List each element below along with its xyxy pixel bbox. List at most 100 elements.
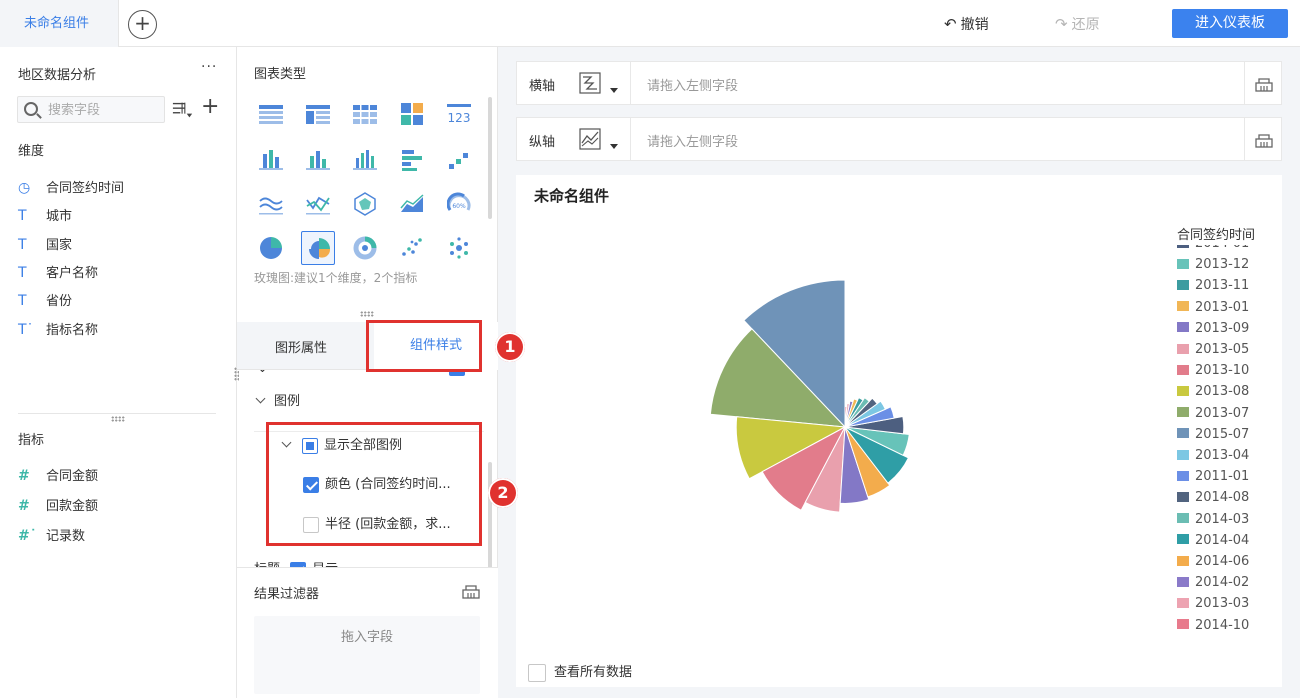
legend-label: 2013-07 — [1195, 405, 1250, 421]
view-all-data-checkbox[interactable] — [528, 663, 546, 682]
tab-graph-properties[interactable]: 图形属性 — [275, 337, 327, 356]
legend-item[interactable]: 2013-10 — [1177, 363, 1249, 383]
legend-item[interactable]: 2013-07 — [1177, 406, 1249, 426]
measure-field-item[interactable]: #˙ 记录数 — [18, 525, 85, 545]
chart-type-table-icon[interactable] — [254, 97, 288, 131]
legend-label: 2011-01 — [1195, 469, 1250, 485]
y-axis-type-icon[interactable] — [579, 127, 623, 153]
y-axis-settings-icon[interactable] — [1254, 130, 1274, 150]
legend-swatch — [1177, 449, 1189, 460]
add-field-icon[interactable]: + — [201, 94, 219, 119]
y-axis-drop-zone[interactable]: 请拖入左侧字段 — [647, 131, 738, 150]
chart-type-radar-icon[interactable] — [348, 187, 382, 221]
field-search-input[interactable] — [48, 101, 160, 119]
dimensions-heading: 维度 — [18, 144, 45, 159]
chart-type-multi-line-icon[interactable] — [301, 187, 335, 221]
chart-type-pie-icon[interactable] — [254, 231, 288, 265]
legend-item[interactable]: 2014-01 — [1177, 245, 1249, 256]
chart-type-grouped-bar-icon[interactable] — [254, 143, 288, 177]
top-bar: 未命名组件 + ↶ 撤销 ↷ 还原 进入仪表板 — [0, 0, 1300, 47]
dimension-field-label: 客户名称 — [46, 265, 99, 281]
enter-dashboard-button[interactable]: 进入仪表板 — [1172, 9, 1288, 38]
resize-grip-icon[interactable] — [111, 416, 125, 422]
dimension-field-item[interactable]: T 省份 — [18, 290, 72, 310]
chart-type-bubble-icon[interactable] — [442, 231, 476, 265]
legend-item[interactable]: 2014-02 — [1177, 575, 1249, 595]
legend-swatch — [1177, 322, 1189, 333]
measure-field-item[interactable]: # 合同金额 — [18, 465, 98, 485]
legend-swatch — [1177, 258, 1189, 269]
chart-type-scrollbar[interactable] — [488, 97, 492, 219]
chart-type-line-icon[interactable] — [254, 187, 288, 221]
title-row: 标题 显示 — [254, 558, 338, 567]
chart-type-horizontal-bar-icon[interactable] — [395, 143, 429, 177]
view-all-data-row[interactable]: 查看所有数据 — [528, 661, 632, 682]
axis-separator — [1244, 118, 1245, 160]
text-type-icon: T — [18, 236, 27, 253]
x-axis-type-icon[interactable] — [579, 71, 623, 97]
chart-type-heatmap-icon[interactable] — [395, 97, 429, 131]
legend-item[interactable]: 2014-04 — [1177, 533, 1249, 553]
legend-item[interactable]: 2014-03 — [1177, 512, 1249, 532]
chart-type-waterfall-icon[interactable] — [442, 143, 476, 177]
legend-label: 2013-08 — [1195, 384, 1250, 400]
legend-label: 2013-05 — [1195, 342, 1250, 357]
legend-item[interactable]: 2013-05 — [1177, 342, 1249, 362]
chart-type-area-icon[interactable] — [395, 187, 429, 221]
more-options-icon[interactable]: ··· — [201, 59, 217, 75]
style-scrollbar[interactable] — [488, 462, 492, 567]
legend-item[interactable]: 2013-03 — [1177, 596, 1249, 616]
dimension-field-item[interactable]: T 客户名称 — [18, 262, 98, 282]
chart-type-crosstab-icon[interactable] — [301, 97, 335, 131]
resize-grip-icon[interactable] — [360, 311, 374, 317]
chart-type-gauge-icon[interactable]: 60% — [442, 187, 476, 221]
dataset-name: 地区数据分析 — [18, 68, 97, 83]
legend-item[interactable]: 2011-01 — [1177, 469, 1249, 489]
dimension-field-item[interactable]: T 国家 — [18, 234, 72, 254]
undo-icon: ↶ — [944, 15, 957, 33]
x-axis-drop-zone[interactable]: 请拖入左侧字段 — [647, 75, 738, 94]
legend-item[interactable]: 2013-01 — [1177, 300, 1249, 320]
dimension-field-item[interactable]: T˙ 指标名称 — [18, 319, 98, 339]
legend-label: 2013-11 — [1195, 278, 1250, 294]
dimension-field-item[interactable]: ◷ 合同签约时间 — [18, 177, 124, 197]
redo-button[interactable]: ↷ 还原 — [1055, 14, 1100, 34]
dimension-field-label: 国家 — [46, 237, 73, 253]
legend-item[interactable]: 2014-06 — [1177, 554, 1249, 574]
annotation-badge-2: 2 — [488, 478, 518, 508]
chart-type-bar-icon[interactable] — [301, 143, 335, 177]
legend-item[interactable]: 2013-11 — [1177, 278, 1249, 298]
legend-item[interactable]: 2015-07 — [1177, 427, 1249, 447]
legend-item[interactable]: 2013-12 — [1177, 257, 1249, 277]
chart-type-stacked-bar-icon[interactable] — [348, 143, 382, 177]
dimension-field-item[interactable]: T 城市 — [18, 205, 72, 225]
add-tab-button[interactable]: + — [128, 10, 157, 39]
legend-item[interactable]: 2013-04 — [1177, 448, 1249, 468]
field-search-box[interactable] — [17, 96, 165, 123]
legend-item[interactable]: 2013-08 — [1177, 384, 1249, 404]
legend-item[interactable]: 2014-10 — [1177, 618, 1249, 631]
measure-field-item[interactable]: # 回款金额 — [18, 495, 98, 515]
legend-item[interactable]: 2014-08 — [1177, 490, 1249, 510]
config-panel: 图表类型 123 60% 玫瑰图:建议1个维度，2个指标 图形属性 组件样式 图… — [234, 47, 498, 698]
tab-untitled-component[interactable]: 未命名组件 — [0, 0, 119, 47]
undo-label: 撤销 — [960, 17, 989, 33]
x-axis-settings-icon[interactable] — [1254, 74, 1274, 94]
legend-label: 2013-09 — [1195, 320, 1250, 336]
result-filter-section: 结果过滤器 拖入字段 — [237, 567, 498, 698]
legend-section-toggle[interactable]: 图例 — [255, 390, 300, 409]
legend-item[interactable]: 2013-09 — [1177, 321, 1249, 341]
chart-type-donut-icon[interactable] — [348, 231, 382, 265]
chart-type-detail-table-icon[interactable] — [348, 97, 382, 131]
chart-type-scatter-icon[interactable] — [395, 231, 429, 265]
undo-button[interactable]: ↶ 撤销 — [944, 14, 989, 34]
chart-type-kpi-icon[interactable]: 123 — [442, 97, 476, 131]
dimension-field-label: 城市 — [46, 209, 73, 225]
text-type-icon: T — [18, 293, 27, 310]
filter-drop-zone[interactable]: 拖入字段 — [254, 616, 480, 694]
legend-swatch — [1177, 470, 1189, 481]
field-filter-icon[interactable] — [172, 99, 194, 121]
chart-type-rose-icon[interactable] — [301, 231, 335, 265]
legend-swatch — [1177, 534, 1189, 545]
drop-zone-icon[interactable] — [461, 581, 481, 601]
